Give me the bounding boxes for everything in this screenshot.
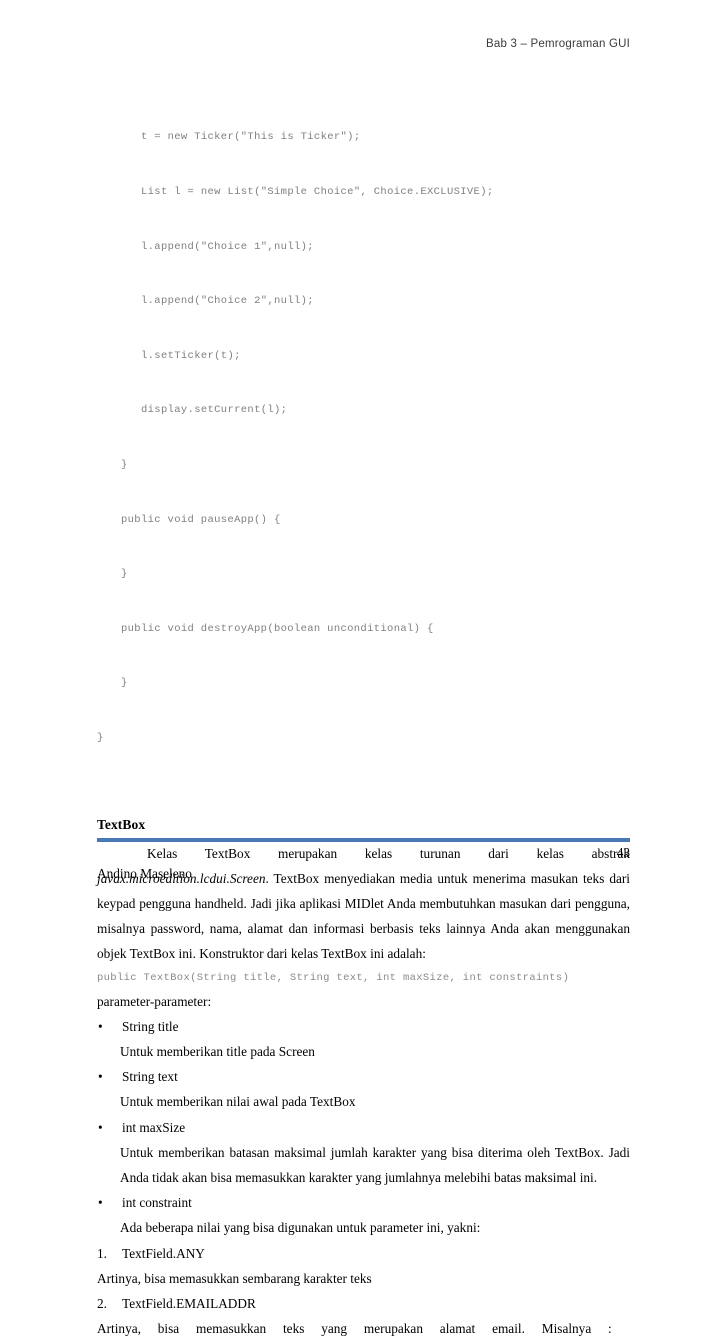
list-number: 1. <box>97 1245 107 1261</box>
list-number: 2. <box>97 1295 107 1311</box>
code-line: display.setCurrent(l); <box>141 404 288 417</box>
bullet-icon: • <box>98 1018 103 1034</box>
list-item-desc: Untuk memberikan title pada Screen <box>97 1039 630 1064</box>
bullet-icon: • <box>98 1195 103 1211</box>
code-line: } <box>121 568 128 581</box>
list-item-desc: Artinya, bisa memasukkan sembarang karak… <box>97 1266 630 1291</box>
document-page: Bab 3 – Pemrograman GUI t = new Ticker("… <box>0 0 728 1336</box>
list-item-desc: Untuk memberikan batasan maksimal jumlah… <box>97 1140 630 1190</box>
param-name: String title <box>122 1018 179 1034</box>
list-item: • int maxSize <box>97 1115 630 1140</box>
code-line: } <box>121 458 128 471</box>
code-line: t = new Ticker("This is Ticker"); <box>141 131 361 144</box>
code-line: } <box>121 677 128 690</box>
code-line: } <box>97 731 104 744</box>
list-item-desc: Ada beberapa nilai yang bisa digunakan u… <box>97 1215 630 1240</box>
list-item-desc: Artinya, bisa memasukkan teks yang merup… <box>97 1316 630 1341</box>
param-name: int constraint <box>122 1195 192 1211</box>
param-name: String text <box>122 1069 178 1085</box>
code-line: public void destroyApp(boolean unconditi… <box>121 622 434 635</box>
list-item-desc: Untuk memberikan nilai awal pada TextBox <box>97 1089 630 1114</box>
param-description: Untuk memberikan batasan maksimal jumlah… <box>120 1144 630 1185</box>
constraint-name: TextField.ANY <box>122 1245 205 1261</box>
code-block: t = new Ticker("This is Ticker"); List l… <box>97 92 630 784</box>
param-description: Untuk memberikan nilai awal pada TextBox <box>120 1094 356 1110</box>
list-item: • String title <box>97 1014 630 1039</box>
list-item: 1. TextField.ANY <box>97 1241 630 1266</box>
page-number: 43 <box>616 845 630 860</box>
code-line: List l = new List("Simple Choice", Choic… <box>141 186 494 198</box>
parameters-label: parameter-parameter: <box>97 993 212 1009</box>
bullet-icon: • <box>98 1119 103 1135</box>
running-header: Bab 3 – Pemrograman GUI <box>486 38 630 50</box>
page-content: t = new Ticker("This is Ticker"); List l… <box>97 92 630 1341</box>
code-line: l.append("Choice 1",null); <box>141 240 314 253</box>
list-item: • int constraint <box>97 1190 630 1215</box>
code-line: public void pauseApp() { <box>121 513 281 526</box>
constructor-signature: public TextBox(String title, String text… <box>97 971 570 984</box>
constraint-value-list: 1. TextField.ANY Artinya, bisa memasukka… <box>97 1241 630 1341</box>
code-line: l.setTicker(t); <box>141 349 241 362</box>
param-name: int maxSize <box>122 1119 186 1135</box>
section-heading-textbox: TextBox <box>97 816 146 832</box>
constraint-description: Artinya, bisa memasukkan sembarang karak… <box>97 1270 372 1286</box>
code-line: l.append("Choice 2",null); <box>141 295 314 308</box>
footer-author: Andino Maseleno <box>97 866 192 881</box>
constraint-description: Artinya, bisa memasukkan teks yang merup… <box>97 1321 612 1337</box>
list-item: 2. TextField.EMAILADDR <box>97 1291 630 1316</box>
param-description: Ada beberapa nilai yang bisa digunakan u… <box>120 1220 481 1236</box>
param-description: Untuk memberikan title pada Screen <box>120 1043 315 1059</box>
list-item: • String text <box>97 1064 630 1089</box>
bullet-icon: • <box>98 1069 103 1085</box>
constraint-name: TextField.EMAILADDR <box>122 1295 256 1311</box>
parameter-list: • String title Untuk memberikan title pa… <box>97 1014 630 1241</box>
footer-divider <box>97 838 630 842</box>
